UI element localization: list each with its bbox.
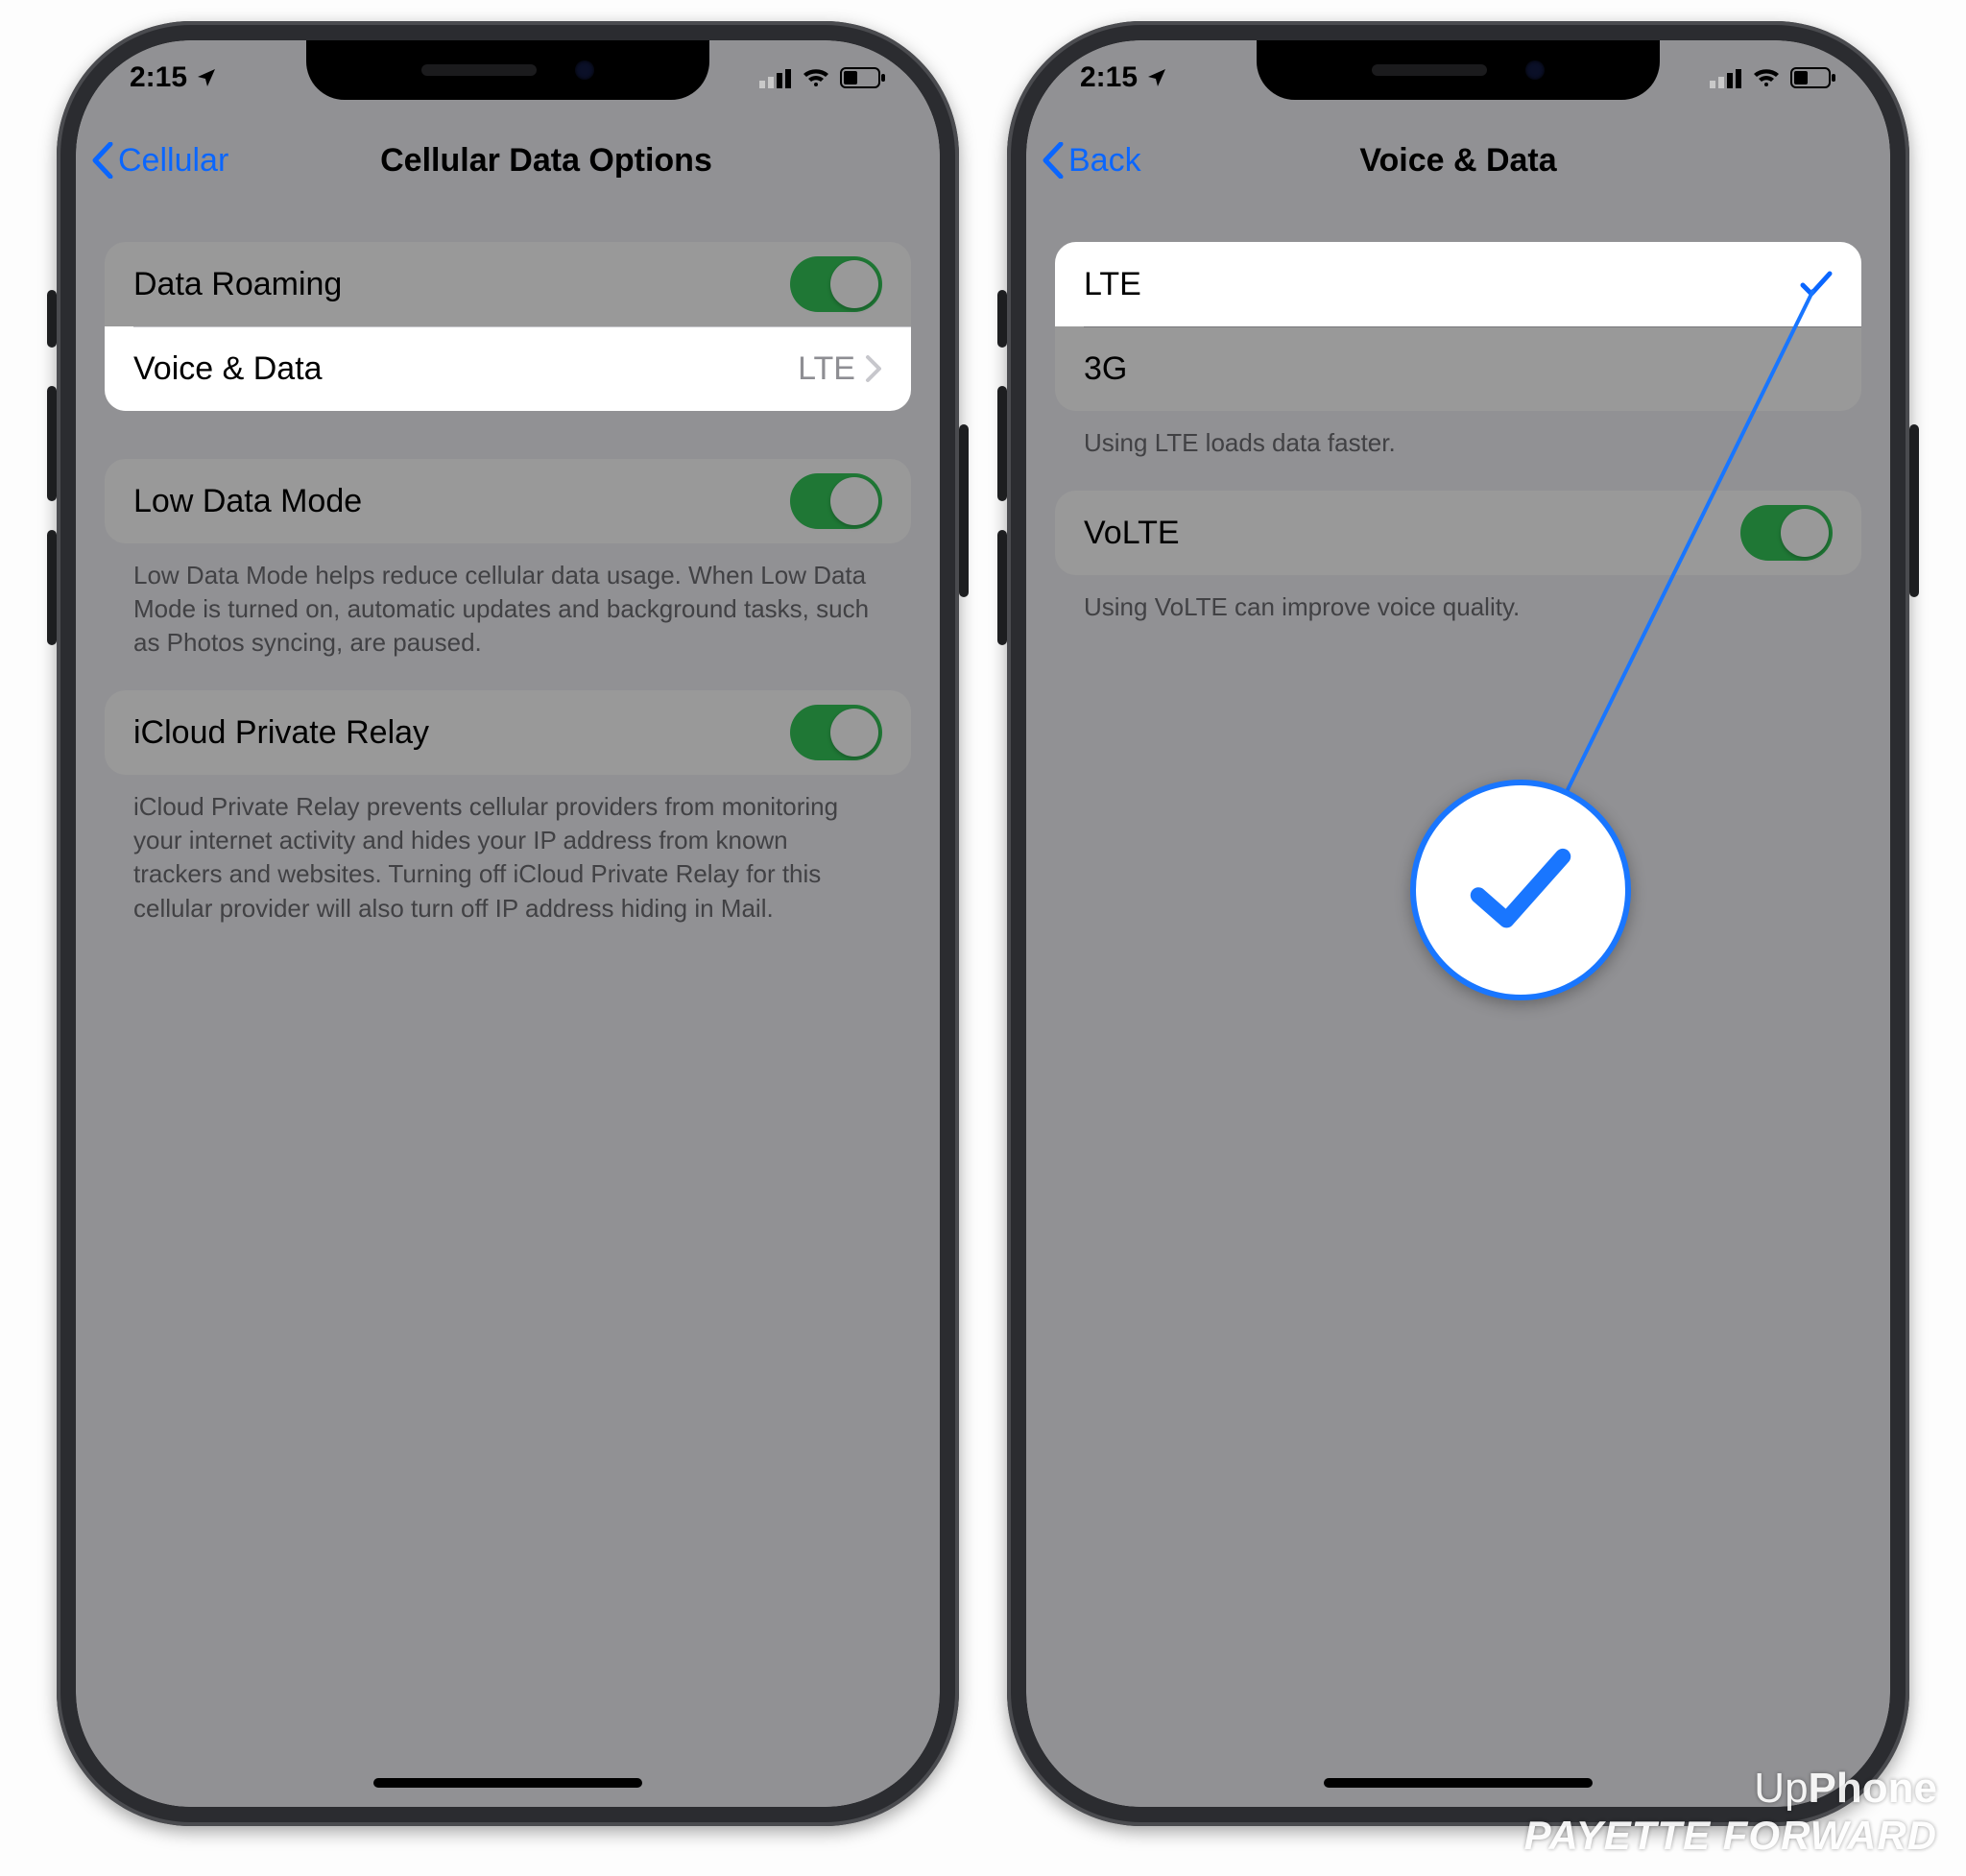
volume-up-button[interactable]	[47, 386, 57, 501]
group-volte: VoLTE	[1055, 491, 1861, 575]
toggle-icloud-private-relay[interactable]	[790, 705, 882, 760]
checkmark-icon	[1800, 270, 1833, 299]
row-label: iCloud Private Relay	[133, 714, 790, 752]
group-private-relay: iCloud Private Relay	[105, 690, 911, 775]
volume-down-button[interactable]	[997, 530, 1007, 645]
toggle-low-data-mode[interactable]	[790, 473, 882, 529]
nav-bar: Cellular Cellular Data Options	[76, 117, 940, 204]
cellular-icon	[759, 67, 792, 88]
power-button[interactable]	[959, 424, 969, 597]
battery-icon	[840, 67, 886, 88]
row-label: 3G	[1084, 350, 1833, 388]
speaker-grille	[421, 64, 537, 76]
toggle-data-roaming[interactable]	[790, 256, 882, 312]
row-voice-and-data[interactable]: Voice & Data LTE	[105, 326, 911, 411]
back-label: Back	[1068, 142, 1141, 180]
screen-left: 2:15 Cellular Cellular Data Op	[76, 40, 940, 1807]
page-title: Cellular Data Options	[380, 142, 712, 179]
row-3g[interactable]: 3G	[1055, 326, 1861, 411]
group-low-data: Low Data Mode	[105, 459, 911, 543]
notch	[1257, 40, 1660, 100]
checkmark-icon	[1468, 837, 1573, 943]
status-time: 2:15	[1080, 61, 1138, 94]
footer-private-relay: iCloud Private Relay prevents cellular p…	[105, 775, 911, 955]
speaker-grille	[1372, 64, 1487, 76]
group-network: Data Roaming Voice & Data LTE	[105, 242, 911, 411]
row-icloud-private-relay[interactable]: iCloud Private Relay	[105, 690, 911, 775]
location-icon	[1145, 66, 1168, 89]
back-button[interactable]: Back	[1042, 142, 1141, 180]
power-button[interactable]	[1909, 424, 1919, 597]
settings-list: LTE 3G Using LTE loads data faster. VoLT…	[1026, 242, 1890, 655]
chevron-right-icon	[865, 354, 882, 383]
row-label: Low Data Mode	[133, 483, 790, 520]
page-title: Voice & Data	[1359, 142, 1556, 179]
footer-network: Using LTE loads data faster.	[1055, 411, 1861, 491]
settings-list: Data Roaming Voice & Data LTE Low Data M…	[76, 242, 940, 956]
chevron-left-icon	[1042, 142, 1065, 179]
home-indicator[interactable]	[1324, 1778, 1593, 1788]
back-button[interactable]: Cellular	[91, 142, 228, 180]
volume-down-button[interactable]	[47, 530, 57, 645]
footer-volte: Using VoLTE can improve voice quality.	[1055, 575, 1861, 655]
row-label: Voice & Data	[133, 350, 798, 388]
mute-switch[interactable]	[997, 290, 1007, 348]
wifi-icon	[802, 67, 830, 88]
nav-bar: Back Voice & Data	[1026, 117, 1890, 204]
row-lte[interactable]: LTE	[1055, 242, 1861, 326]
callout-bubble	[1410, 780, 1631, 1000]
mute-switch[interactable]	[47, 290, 57, 348]
phone-left: 2:15 Cellular Cellular Data Op	[57, 21, 959, 1826]
phone-right: 2:15 Back Voice & Data	[1007, 21, 1909, 1826]
row-low-data-mode[interactable]: Low Data Mode	[105, 459, 911, 543]
row-volte[interactable]: VoLTE	[1055, 491, 1861, 575]
row-label: Data Roaming	[133, 266, 790, 303]
row-value: LTE	[798, 350, 855, 388]
notch	[306, 40, 709, 100]
status-time: 2:15	[130, 61, 187, 94]
front-camera	[1525, 60, 1545, 80]
volume-up-button[interactable]	[997, 386, 1007, 501]
chevron-left-icon	[91, 142, 114, 179]
group-network-mode: LTE 3G	[1055, 242, 1861, 411]
footer-low-data: Low Data Mode helps reduce cellular data…	[105, 543, 911, 690]
front-camera	[575, 60, 594, 80]
back-label: Cellular	[118, 142, 228, 180]
location-icon	[195, 66, 218, 89]
row-label: LTE	[1084, 266, 1800, 303]
row-label: VoLTE	[1084, 515, 1740, 552]
row-data-roaming[interactable]: Data Roaming	[105, 242, 911, 326]
cellular-icon	[1710, 67, 1742, 88]
toggle-volte[interactable]	[1740, 505, 1833, 561]
battery-icon	[1790, 67, 1836, 88]
home-indicator[interactable]	[373, 1778, 642, 1788]
screen-right: 2:15 Back Voice & Data	[1026, 40, 1890, 1807]
wifi-icon	[1752, 67, 1781, 88]
